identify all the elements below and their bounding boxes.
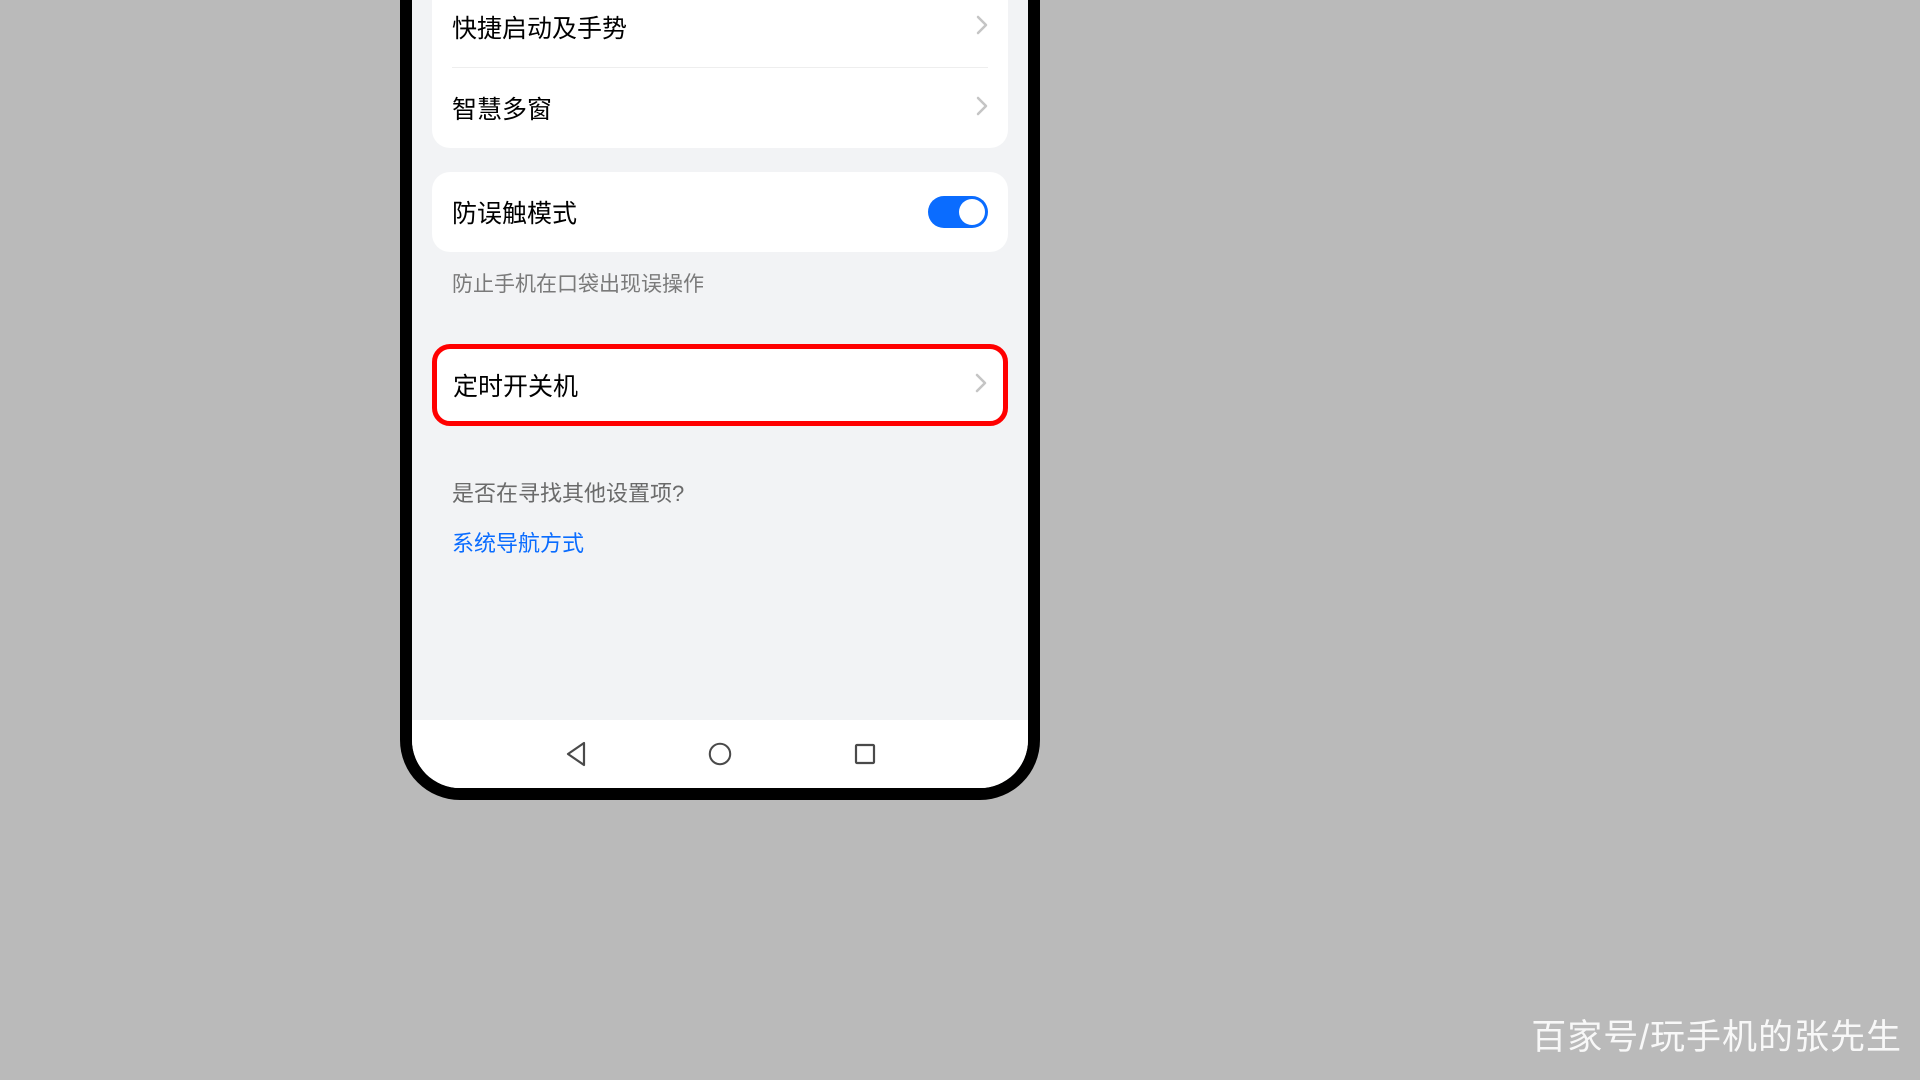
phone-frame: 快捷启动及手势 智慧多窗 防误触模式: [400, 0, 1040, 800]
mistouch-prevention-toggle[interactable]: [928, 196, 988, 228]
helper-text: 防止手机在口袋出现误操作: [432, 252, 1008, 298]
settings-group-2: 防误触模式: [432, 172, 1008, 252]
settings-item-label: 定时开关机: [453, 367, 578, 403]
settings-group-3-highlighted: 定时开关机: [432, 344, 1008, 426]
settings-item-label: 防误触模式: [452, 194, 577, 230]
chevron-right-icon: [975, 373, 987, 398]
settings-item-mistouch-prevention: 防误触模式: [432, 172, 1008, 252]
chevron-right-icon: [976, 96, 988, 121]
nav-back-button[interactable]: [562, 741, 588, 767]
watermark: 百家号/玩手机的张先生: [1531, 1009, 1902, 1060]
settings-group-1: 快捷启动及手势 智慧多窗: [432, 0, 1008, 148]
toggle-knob: [959, 199, 985, 225]
phone-screen: 快捷启动及手势 智慧多窗 防误触模式: [412, 0, 1028, 788]
settings-footer: 是否在寻找其他设置项? 系统导航方式: [432, 456, 1008, 578]
settings-item-smart-multi-window[interactable]: 智慧多窗: [432, 68, 1008, 148]
nav-home-button[interactable]: [707, 741, 733, 767]
footer-question: 是否在寻找其他设置项?: [452, 476, 988, 508]
footer-link-system-navigation[interactable]: 系统导航方式: [452, 526, 988, 558]
settings-item-label: 智慧多窗: [452, 90, 552, 126]
nav-recent-button[interactable]: [852, 741, 878, 767]
settings-content: 快捷启动及手势 智慧多窗 防误触模式: [412, 0, 1028, 720]
settings-item-label: 快捷启动及手势: [452, 9, 627, 45]
chevron-right-icon: [976, 15, 988, 40]
settings-item-scheduled-power[interactable]: 定时开关机: [437, 349, 1003, 421]
navigation-bar: [412, 720, 1028, 788]
settings-item-quick-launch-gestures[interactable]: 快捷启动及手势: [432, 0, 1008, 67]
